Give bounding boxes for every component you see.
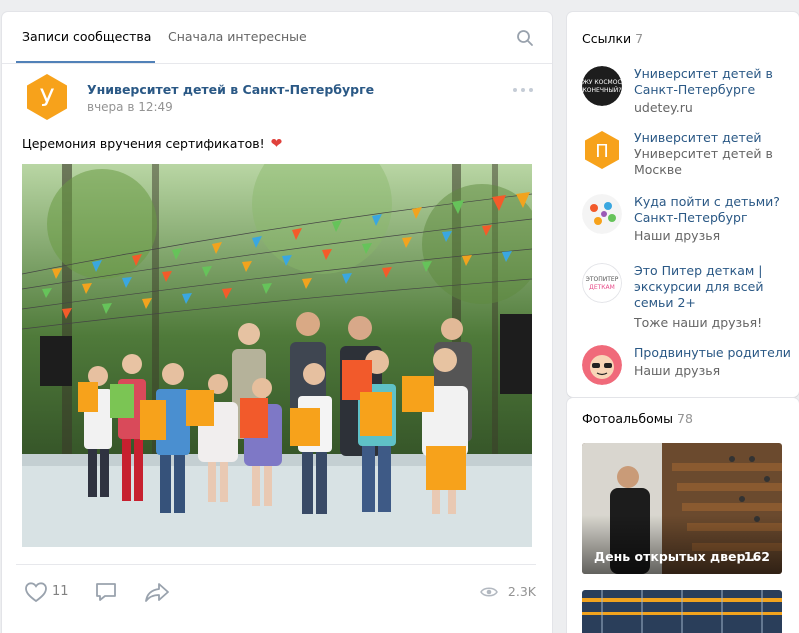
album-title: День открытых двер... xyxy=(594,549,760,564)
link-name[interactable]: Университет детей xyxy=(634,130,799,146)
link-name[interactable]: Куда пойти с детьми? Санкт-Петербург xyxy=(634,194,799,226)
links-block: Ссылки 7 ЖУ КОСМОС КОНЕЧНЫЙ? Университет … xyxy=(567,12,799,397)
post-photo[interactable] xyxy=(22,164,532,547)
album-thumbnail[interactable]: День открытых двер... 162 xyxy=(582,443,782,574)
link-avatar xyxy=(582,345,622,385)
albums-block: Фотоальбомы 78 День открытых двер... 162 xyxy=(567,398,799,633)
albums-header[interactable]: Фотоальбомы 78 xyxy=(582,411,693,426)
links-header[interactable]: Ссылки 7 xyxy=(582,31,643,46)
link-avatar: ЭТОПИТЕР ДЕТКАМ xyxy=(582,263,622,303)
link-name[interactable]: Университет детей в Санкт-Петербурге xyxy=(634,66,799,98)
album-cover xyxy=(582,590,782,633)
more-options-icon[interactable] xyxy=(512,86,534,94)
wall-tabs: Записи сообщества Сначала интересные xyxy=(2,12,552,64)
link-avatar-letter: П xyxy=(595,141,609,162)
post-text: Церемония вручения сертификатов! ❤ xyxy=(22,136,282,152)
link-desc: Университет детей в Москве xyxy=(634,146,773,177)
svg-text:КОНЕЧНЫЙ?: КОНЕЧНЫЙ? xyxy=(583,87,622,94)
community-avatar[interactable]: У xyxy=(22,72,72,122)
tab-community-posts[interactable]: Записи сообщества xyxy=(22,29,151,44)
link-desc: Наши друзья xyxy=(634,228,721,243)
post-actions: 11 2.3K xyxy=(16,564,536,604)
link-avatar: П xyxy=(582,130,622,170)
album-count: 162 xyxy=(743,549,770,564)
views-eye-icon xyxy=(480,587,498,597)
link-avatar xyxy=(582,194,622,234)
like-icon[interactable] xyxy=(24,581,48,603)
avatar-letter: У xyxy=(40,84,55,112)
svg-text:ДЕТКАМ: ДЕТКАМ xyxy=(589,284,615,291)
link-name[interactable]: Продвинутые родители xyxy=(634,345,799,361)
post-author[interactable]: Университет детей в Санкт-Петербурге xyxy=(87,82,374,97)
post-time[interactable]: вчера в 12:49 xyxy=(87,100,173,114)
link-desc: Наши друзья xyxy=(634,363,721,378)
albums-count: 78 xyxy=(677,411,693,426)
links-count: 7 xyxy=(635,31,644,46)
svg-text:ЭТОПИТЕР: ЭТОПИТЕР xyxy=(586,276,619,283)
links-title: Ссылки xyxy=(582,31,632,46)
link-desc: Тоже наши друзья! xyxy=(634,315,763,330)
albums-title: Фотоальбомы xyxy=(582,411,674,426)
comment-icon[interactable] xyxy=(94,581,118,603)
link-avatar: ЖУ КОСМОС КОНЕЧНЫЙ? xyxy=(582,66,622,106)
like-count: 11 xyxy=(52,584,69,599)
active-tab-indicator xyxy=(16,61,155,63)
tab-interesting-first[interactable]: Сначала интересные xyxy=(168,29,307,44)
album-thumbnail[interactable] xyxy=(582,590,782,633)
svg-text:ЖУ КОСМОС: ЖУ КОСМОС xyxy=(582,79,621,86)
post-text-body: Церемония вручения сертификатов! xyxy=(22,136,265,151)
community-wall: Записи сообщества Сначала интересные У У… xyxy=(2,12,552,633)
link-desc: udetey.ru xyxy=(634,100,693,115)
search-icon[interactable] xyxy=(516,29,534,47)
link-name[interactable]: Это Питер деткам | экскурсии для всей се… xyxy=(634,263,799,311)
heart-emoji: ❤ xyxy=(270,136,283,152)
share-icon[interactable] xyxy=(144,582,170,602)
views-count: 2.3K xyxy=(507,584,536,599)
